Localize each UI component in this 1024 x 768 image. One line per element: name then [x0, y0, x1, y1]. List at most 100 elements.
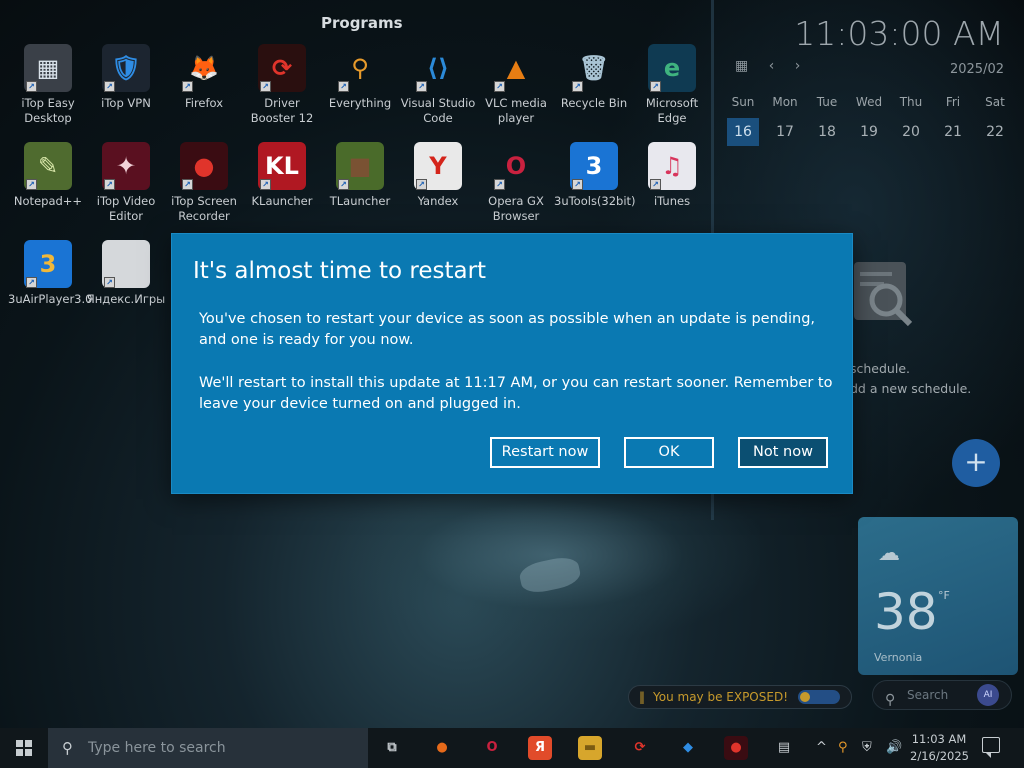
calendar-icon[interactable]: ▦	[735, 58, 748, 74]
taskbar: ⚲ Type here to search ⧉ ● O Я ▬ ⟳ ◆ ● ▤ ^ ⚲ ⛨ 🔊 …	[0, 728, 1024, 768]
desktop-icon[interactable]: 🗑 ↗ Recycle Bin	[554, 44, 634, 111]
calendar-month: 2025/02	[949, 62, 1004, 77]
calendar-next-button[interactable]: ›	[795, 58, 801, 74]
everything-tray-icon[interactable]: ⚲	[838, 728, 848, 768]
desktop-icon-label: Recycle Bin	[560, 96, 628, 110]
desktop-icon-label: iTop Easy Desktop	[21, 96, 75, 125]
weather-temperature: 38	[874, 583, 938, 641]
weekday-label: Wed	[855, 95, 883, 109]
opera-gx-icon[interactable]: O	[480, 736, 504, 760]
driver-booster-icon[interactable]: ⟳	[628, 736, 652, 760]
desktop-icon-label: Microsoft Edge	[645, 96, 699, 125]
not-now-button[interactable]: Not now	[738, 437, 828, 468]
shortcut-arrow-icon: ↗	[26, 277, 37, 288]
desktop-icon[interactable]: 🛡 ↗ iTop VPN	[86, 44, 166, 111]
desktop-icon[interactable]: KL ↗ KLauncher	[242, 142, 322, 209]
yandex-icon[interactable]: Я	[528, 736, 552, 760]
weather-unit: °F	[938, 589, 950, 602]
desktop-icon[interactable]: O ↗ Opera GX Browser	[476, 142, 556, 224]
widget-search-box[interactable]: ⚲ Search AI	[872, 680, 1012, 710]
desktop-icon-label: iTunes	[653, 194, 691, 208]
app-icon: ⟨⟩ ↗	[414, 44, 462, 92]
warning-icon: ‖	[639, 690, 645, 704]
app-icon: 🗑 ↗	[570, 44, 618, 92]
app-icon: ● ↗	[180, 142, 228, 190]
ai-badge-icon[interactable]: AI	[977, 684, 999, 706]
protection-toggle[interactable]	[798, 690, 841, 704]
desktop-icon-label: Opera GX Browser	[488, 194, 544, 223]
programs-title: Programs	[321, 14, 403, 32]
desktop-icon[interactable]: ♫ ↗ iTunes	[632, 142, 712, 209]
desktop-icon[interactable]: ■ ↗ TLauncher	[320, 142, 400, 209]
schedule-hint-text: dd a new schedule.	[850, 381, 972, 396]
app-icon: ⟳ ↗	[258, 44, 306, 92]
shortcut-arrow-icon: ↗	[104, 81, 115, 92]
shortcut-arrow-icon: ↗	[650, 179, 661, 190]
clock-display: 11:03:00 AM	[794, 14, 1004, 53]
desktop-icon-label: KLauncher	[251, 194, 313, 208]
restart-now-button[interactable]: Restart now	[490, 437, 600, 468]
weekday-label: Fri	[945, 95, 961, 109]
shortcut-arrow-icon: ↗	[494, 81, 505, 92]
shortcut-arrow-icon: ↗	[416, 179, 427, 190]
tray-overflow-icon[interactable]: ^	[816, 728, 827, 768]
desktop-icon[interactable]: ● ↗ iTop Screen Recorder	[164, 142, 244, 224]
volume-icon[interactable]: 🔊	[886, 728, 902, 768]
exposed-warning-banner[interactable]: ‖ You may be EXPOSED!	[628, 685, 852, 709]
shortcut-arrow-icon: ↗	[260, 81, 271, 92]
desktop-icon[interactable]: 3 ↗ 3uAirPlayer3.0	[8, 240, 92, 307]
app-icon: ⚲ ↗	[336, 44, 384, 92]
calendar-day[interactable]: 19	[848, 118, 890, 146]
shortcut-arrow-icon: ↗	[26, 179, 37, 190]
start-button[interactable]	[0, 728, 48, 768]
app-icon: 🛡 ↗	[102, 44, 150, 92]
shortcut-arrow-icon: ↗	[104, 179, 115, 190]
add-schedule-button[interactable]: +	[952, 439, 1000, 487]
desktop-icon-label: iTop Screen Recorder	[171, 194, 237, 223]
calendar-day[interactable]: 22	[974, 118, 1016, 146]
desktop-icon[interactable]: ↗ Яндекс.Игры	[86, 240, 166, 307]
screen-recorder-icon[interactable]: ●	[724, 736, 748, 760]
desktop-icon[interactable]: ▦ ↗ iTop Easy Desktop	[8, 44, 88, 126]
weather-location: Vernonia	[874, 651, 923, 664]
desktop-icon[interactable]: ⟳ ↗ Driver Booster 12	[242, 44, 322, 126]
itop-desktop-icon[interactable]: ▤	[772, 736, 796, 760]
ok-button[interactable]: OK	[624, 437, 714, 468]
desktop-icon-label: Firefox	[184, 96, 224, 110]
weather-widget[interactable]: ☁ 38 °F Vernonia	[858, 517, 1018, 675]
restart-dialog: It's almost time to restart You've chose…	[172, 234, 852, 493]
desktop-icon[interactable]: 3 ↗ 3uTools(32bit)	[554, 142, 636, 209]
taskbar-search-box[interactable]: ⚲ Type here to search	[48, 728, 368, 768]
calendar-day[interactable]: 20	[890, 118, 932, 146]
desktop-icon-label: Яндекс.Игры	[86, 292, 166, 306]
desktop-icon[interactable]: Y ↗ Yandex	[398, 142, 478, 209]
desktop-icon-label: iTop VPN	[101, 96, 151, 110]
firefox-icon[interactable]: ●	[430, 736, 454, 760]
calendar-day[interactable]: 18	[806, 118, 848, 146]
desktop-icon[interactable]: ⟨⟩ ↗ Visual Studio Code	[398, 44, 478, 126]
shortcut-arrow-icon: ↗	[260, 179, 271, 190]
shortcut-arrow-icon: ↗	[104, 277, 115, 288]
calendar-days: 16 17 18 19 20 21 22	[722, 118, 1022, 146]
desktop-icon[interactable]: ✎ ↗ Notepad++	[8, 142, 88, 209]
calendar-prev-button[interactable]: ‹	[769, 58, 775, 74]
calendar-day-today[interactable]: 16	[727, 118, 759, 146]
defender-tray-icon[interactable]: ⛨	[862, 728, 872, 768]
notification-center-icon[interactable]	[982, 737, 1000, 758]
desktop-icon[interactable]: e ↗ Microsoft Edge	[632, 44, 712, 126]
itop-vpn-icon[interactable]: ◆	[676, 736, 700, 760]
desktop-icon[interactable]: ▲ ↗ VLC media player	[476, 44, 556, 126]
desktop-icon[interactable]: 🦊 ↗ Firefox	[164, 44, 244, 111]
dialog-title: It's almost time to restart	[193, 258, 487, 284]
shortcut-arrow-icon: ↗	[572, 179, 583, 190]
file-explorer-icon[interactable]: ▬	[578, 736, 602, 760]
desktop-icon[interactable]: ⚲ ↗ Everything	[320, 44, 400, 111]
desktop-icon-label: TLauncher	[329, 194, 391, 208]
task-view-icon[interactable]: ⧉	[380, 736, 404, 760]
desktop-icon[interactable]: ✦ ↗ iTop Video Editor	[86, 142, 166, 224]
calendar-day[interactable]: 17	[764, 118, 806, 146]
app-icon: 3 ↗	[24, 240, 72, 288]
taskbar-clock[interactable]: 11:03 AM 2/16/2025	[910, 731, 969, 765]
shortcut-arrow-icon: ↗	[494, 179, 505, 190]
calendar-day[interactable]: 21	[932, 118, 974, 146]
